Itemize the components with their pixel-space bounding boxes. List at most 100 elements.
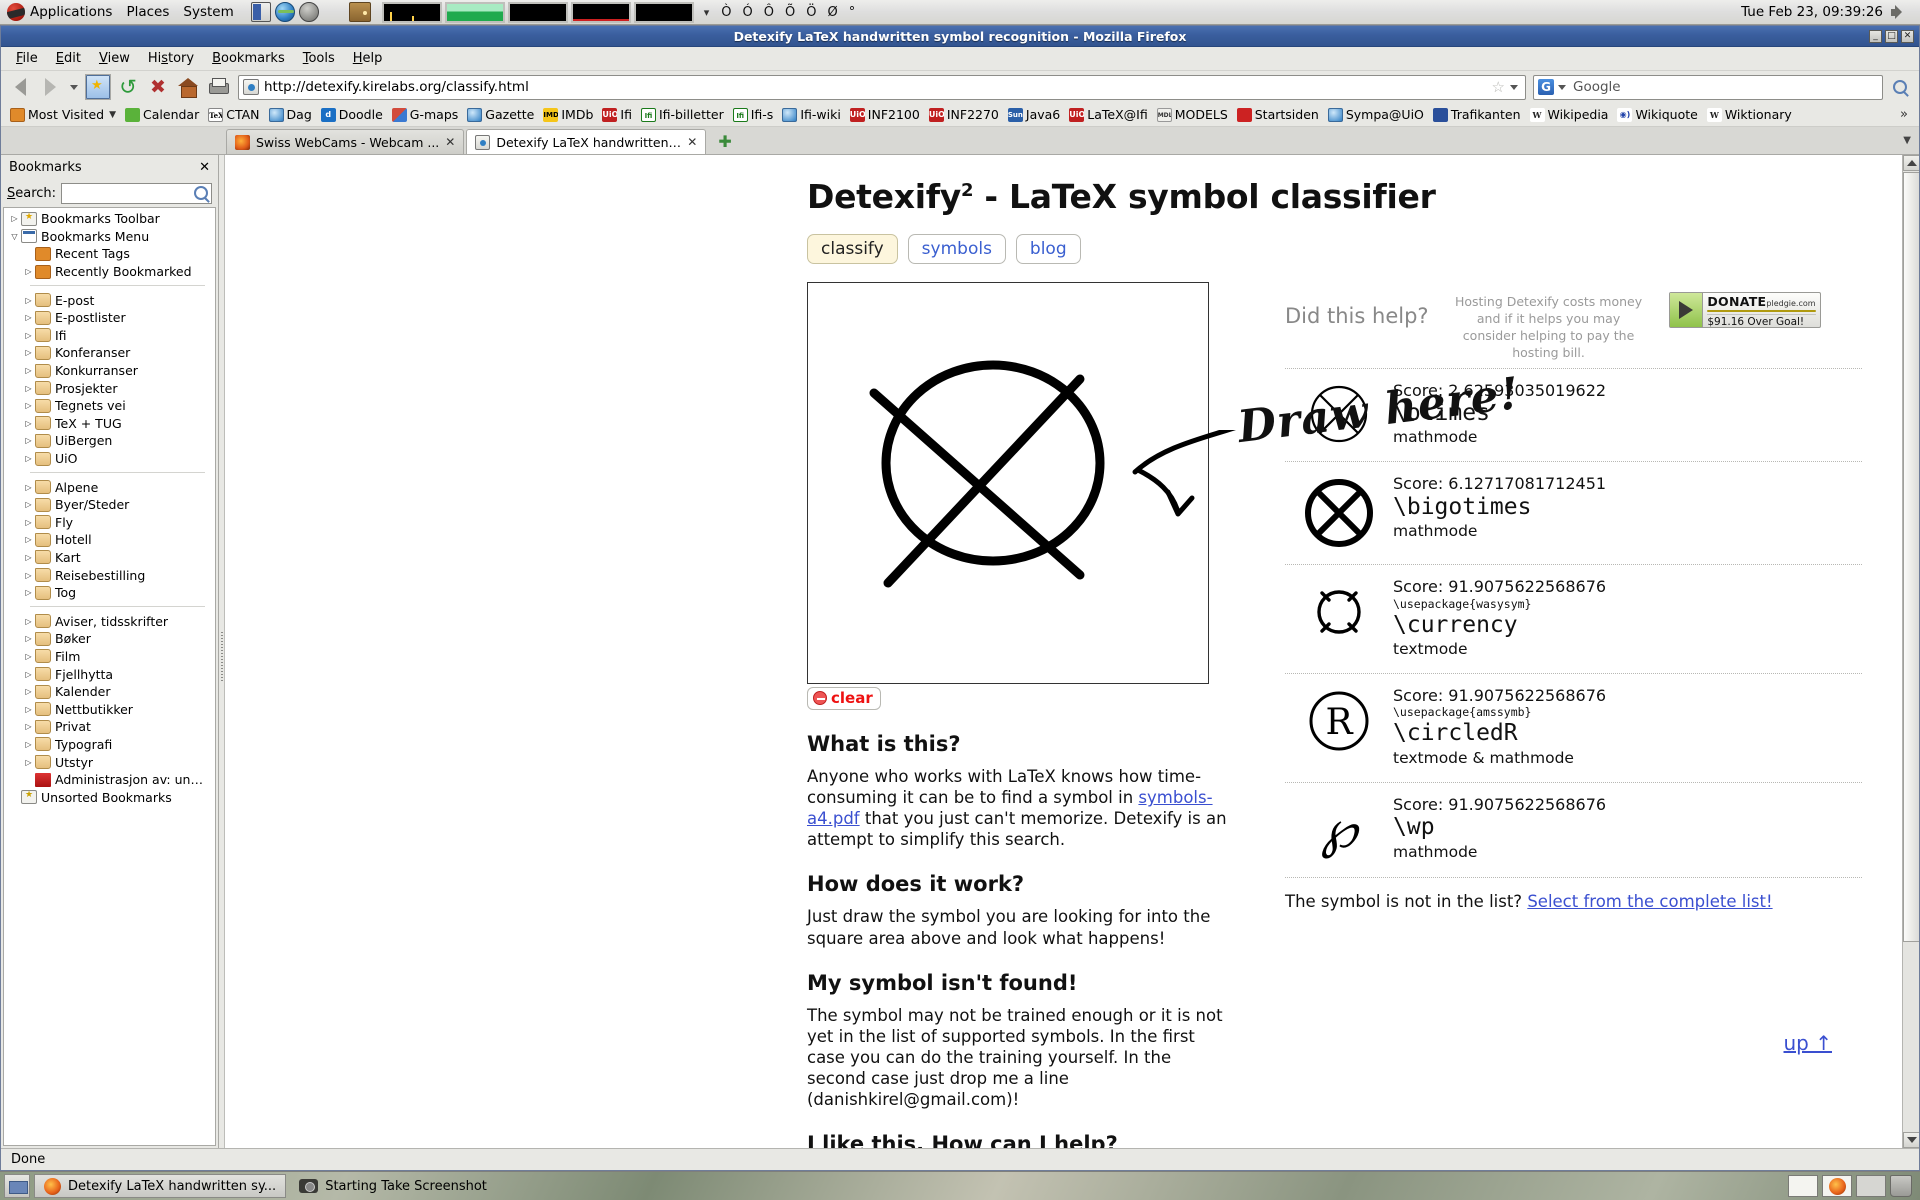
- taskbar-window-0[interactable]: Detexify LaTeX handwritten sy...: [34, 1174, 287, 1198]
- tab-close-icon-1[interactable]: ✕: [687, 135, 697, 149]
- bookmark-item-inf2100[interactable]: UiO INF2100: [846, 105, 924, 124]
- bookmark-tree-item-e-post[interactable]: E-post: [4, 291, 215, 309]
- twisty-closed-icon[interactable]: [22, 518, 35, 527]
- bookmark-tree-item-b-ker[interactable]: Bøker: [4, 630, 215, 648]
- bookmark-tree-item-bookmarks-toolbar[interactable]: Bookmarks Toolbar: [4, 210, 215, 228]
- clear-button[interactable]: clear: [807, 687, 881, 710]
- twisty-closed-icon[interactable]: [22, 331, 35, 340]
- bookmark-tree-item-fly[interactable]: Fly: [4, 514, 215, 532]
- tab-blog[interactable]: blog: [1015, 234, 1081, 264]
- twisty-closed-icon[interactable]: [22, 313, 35, 322]
- bookmark-item-calendar[interactable]: Calendar: [121, 105, 203, 124]
- accent-char-3[interactable]: Õ: [785, 5, 795, 20]
- page-scrollbar[interactable]: [1902, 155, 1919, 1148]
- bookmark-item-models[interactable]: MDL MODELS: [1153, 105, 1232, 124]
- url-text[interactable]: http://detexify.kirelabs.org/classify.ht…: [264, 79, 1487, 95]
- bookmark-tree-item-konferanser[interactable]: Konferanser: [4, 344, 215, 362]
- bookmark-tree-item-typografi[interactable]: Typografi: [4, 736, 215, 754]
- twisty-closed-icon[interactable]: [22, 758, 35, 767]
- bookmark-tree-item-utstyr[interactable]: Utstyr: [4, 753, 215, 771]
- tab-classify[interactable]: classify: [807, 234, 898, 264]
- load-monitor-icon[interactable]: [633, 1, 694, 23]
- twisty-closed-icon[interactable]: [22, 366, 35, 375]
- twisty-closed-icon[interactable]: [22, 670, 35, 679]
- browser-tab-1[interactable]: Detexify LaTeX handwritten ... ✕: [466, 129, 707, 154]
- bookmark-item-ifi-s[interactable]: Ifi Ifi-s: [729, 105, 778, 124]
- twisty-closed-icon[interactable]: [22, 401, 35, 410]
- bookmark-tree-item-nettbutikker[interactable]: Nettbutikker: [4, 700, 215, 718]
- twisty-closed-icon[interactable]: [22, 740, 35, 749]
- bookmark-tree-item-tegnets-vei[interactable]: Tegnets vei: [4, 397, 215, 415]
- history-dropdown-button[interactable]: [67, 74, 81, 100]
- twisty-closed-icon[interactable]: [22, 384, 35, 393]
- bookmark-item-imdb[interactable]: IMDbIMDb: [539, 105, 597, 124]
- menu-edit[interactable]: Edit: [47, 48, 90, 69]
- bookmark-tree-item-e-postlister[interactable]: E-postlister: [4, 309, 215, 327]
- complete-list-link[interactable]: Select from the complete list!: [1527, 892, 1772, 911]
- bookmark-item-most-visited[interactable]: Most Visited ▼: [6, 105, 120, 124]
- menu-view[interactable]: View: [90, 48, 139, 69]
- minimize-button[interactable]: _: [1869, 29, 1882, 43]
- twisty-closed-icon[interactable]: [22, 348, 35, 357]
- result-row-1[interactable]: Score: 6.12717081712451 \bigotimes mathmod…: [1285, 461, 1862, 564]
- result-row-3[interactable]: R Score: 91.9075622568676 \usepackage{amss…: [1285, 673, 1862, 782]
- bookmark-tree-item-byer-steder[interactable]: Byer/Steder: [4, 496, 215, 514]
- twisty-open-icon[interactable]: [8, 232, 21, 241]
- bookmark-tree-item-bookmarks-menu[interactable]: Bookmarks Menu: [4, 228, 215, 246]
- twisty-closed-icon[interactable]: [22, 267, 35, 276]
- bookmark-tree-item-aviser-tidsskrifter[interactable]: Aviser, tidsskrifter: [4, 612, 215, 630]
- bookmark-tree-item-uibergen[interactable]: UiBergen: [4, 432, 215, 450]
- google-search-engine-icon[interactable]: G: [1538, 79, 1554, 95]
- scroll-up-button[interactable]: [1903, 155, 1919, 171]
- twisty-closed-icon[interactable]: [8, 214, 21, 223]
- bookmark-item-g-maps[interactable]: G-maps: [388, 105, 462, 124]
- workspace-switcher-1[interactable]: [1788, 1175, 1818, 1197]
- browser-launcher-icon[interactable]: [274, 2, 295, 22]
- twisty-closed-icon[interactable]: [22, 296, 35, 305]
- bookmark-item-wikiquote[interactable]: ◉) Wikiquote: [1613, 105, 1701, 124]
- accent-char-2[interactable]: Ô: [764, 5, 774, 20]
- bookmark-tree-item-konkurranser[interactable]: Konkurranser: [4, 362, 215, 380]
- menu-bookmarks[interactable]: Bookmarks: [203, 48, 294, 69]
- twisty-closed-icon[interactable]: [22, 483, 35, 492]
- bookmark-tree-item-tog[interactable]: Tog: [4, 584, 215, 602]
- stop-button[interactable]: ✖: [145, 74, 171, 100]
- bookmark-item-gazette[interactable]: Gazette: [463, 105, 538, 124]
- up-link[interactable]: up ↑: [1784, 1031, 1833, 1055]
- reload-button[interactable]: ↺: [115, 74, 141, 100]
- applications-menu[interactable]: Applications: [0, 2, 119, 23]
- bookmark-item-ifi-billetter[interactable]: Ifi Ifi-billetter: [637, 105, 728, 124]
- bookmark-tree-item-recent-tags[interactable]: Recent Tags: [4, 245, 215, 263]
- terminal-launcher-icon[interactable]: [250, 2, 271, 22]
- bookmark-tree-item-uio[interactable]: UiO: [4, 450, 215, 468]
- twisty-closed-icon[interactable]: [22, 436, 35, 445]
- print-button[interactable]: [205, 74, 231, 100]
- bookmark-item-ctan[interactable]: TeX CTAN: [204, 105, 263, 124]
- character-palette-applet[interactable]: Ò Ó Ô Õ Ö Ø °: [721, 5, 855, 20]
- twisty-closed-icon[interactable]: [22, 652, 35, 661]
- new-tab-button[interactable]: ✚: [708, 129, 741, 154]
- bookmark-tree-item-ifi[interactable]: Ifi: [4, 327, 215, 345]
- scroll-down-button[interactable]: [1903, 1132, 1919, 1148]
- bookmark-item-startsiden[interactable]: Startsiden: [1233, 105, 1323, 124]
- chevron-down-icon[interactable]: ▼: [109, 110, 116, 120]
- taskbar-window-1[interactable]: Starting Take Screenshot: [290, 1174, 496, 1198]
- bookmark-tree-item-administrasjon-av-un-[interactable]: Administrasjon av: un…: [4, 771, 215, 789]
- close-button[interactable]: ✕: [1901, 29, 1914, 43]
- search-submit-button[interactable]: [1887, 74, 1913, 100]
- bookmark-tree-item-tex-tug[interactable]: TeX + TUG: [4, 415, 215, 433]
- workspace-switcher-3[interactable]: [1856, 1175, 1886, 1197]
- sidebar-search-input[interactable]: [61, 182, 212, 204]
- sidebar-close-icon[interactable]: ✕: [199, 160, 210, 175]
- bookmarks-overflow-chevron-icon[interactable]: »: [1894, 107, 1914, 122]
- bookmark-item-dag[interactable]: Dag: [265, 105, 316, 124]
- accent-char-1[interactable]: Ó: [743, 5, 753, 20]
- bookmark-tree-item-kalender[interactable]: Kalender: [4, 683, 215, 701]
- clock[interactable]: Tue Feb 23, 09:39:26: [1741, 4, 1883, 20]
- trash-icon[interactable]: [1890, 1175, 1912, 1197]
- tab-close-icon-0[interactable]: ✕: [445, 135, 455, 149]
- result-row-2[interactable]: Score: 91.9075622568676 \usepackage{wasys…: [1285, 564, 1862, 673]
- bookmark-item-java6[interactable]: Sun Java6: [1004, 105, 1064, 124]
- url-dropdown-icon[interactable]: [1510, 84, 1518, 90]
- bookmark-tree-item-prosjekter[interactable]: Prosjekter: [4, 379, 215, 397]
